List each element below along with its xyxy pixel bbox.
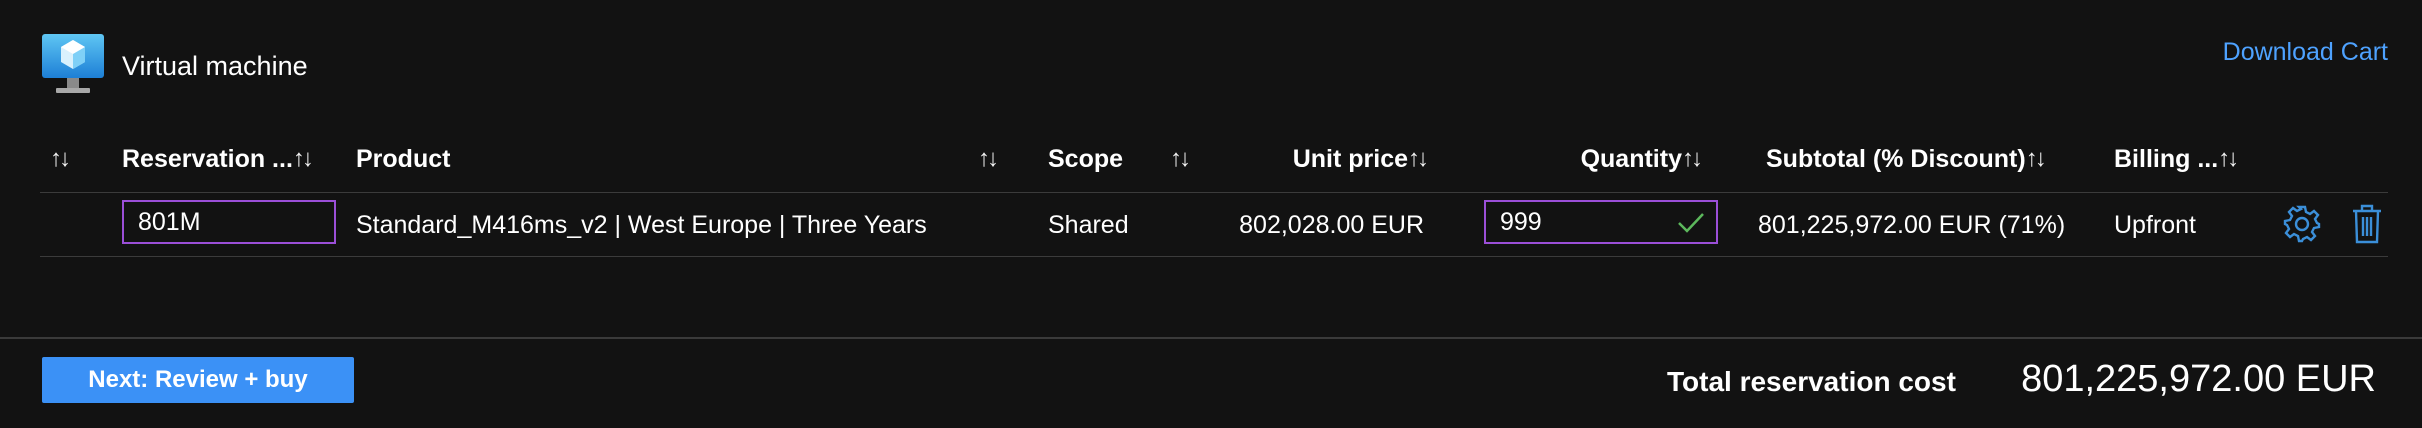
total-cost-value: 801,225,972.00 EUR — [2021, 358, 2376, 400]
section-title: Virtual machine — [122, 51, 308, 81]
row-divider — [40, 256, 2388, 257]
column-header-reservation[interactable]: Reservation ... ↑↓ — [122, 142, 314, 176]
sort-icon[interactable]: ↑↓ — [293, 145, 314, 173]
footer-divider — [0, 337, 2422, 339]
column-header-unit-price[interactable]: Unit price ↑↓ — [1240, 142, 1429, 176]
select-column-sort[interactable]: ↑↓ — [50, 142, 71, 176]
sort-icon[interactable]: ↑↓ — [1408, 145, 1429, 173]
column-header-quantity[interactable]: Quantity ↑↓ — [1500, 142, 1703, 176]
billing-cell: Upfront — [2114, 211, 2196, 239]
trash-icon[interactable] — [2345, 202, 2389, 246]
sort-icon[interactable]: ↑↓ — [2218, 145, 2239, 173]
column-header-billing-label: Billing ... — [2114, 144, 2219, 173]
sort-icon[interactable]: ↑↓ — [978, 145, 999, 173]
product-sort[interactable]: ↑↓ — [978, 142, 999, 176]
column-header-scope-label: Scope — [1048, 144, 1124, 173]
column-header-subtotal[interactable]: Subtotal (% Discount) ↑↓ — [1766, 142, 2047, 176]
sort-icon[interactable]: ↑↓ — [2026, 145, 2047, 173]
subtotal-cell: 801,225,972.00 EUR (71%) — [1758, 211, 2066, 239]
product-cell: Standard_M416ms_v2 | West Europe | Three… — [356, 211, 927, 239]
column-header-quantity-label: Quantity — [1580, 144, 1682, 173]
scope-cell: Shared — [1048, 211, 1129, 239]
column-header-scope[interactable]: Scope — [1048, 142, 1123, 176]
scope-sort[interactable]: ↑↓ — [1170, 142, 1191, 176]
column-header-billing[interactable]: Billing ... ↑↓ — [2114, 142, 2239, 176]
column-header-reservation-label: Reservation ... — [122, 144, 293, 173]
checkmark-icon — [1678, 213, 1704, 233]
sort-icon[interactable]: ↑↓ — [1170, 145, 1191, 173]
download-cart-link[interactable]: Download Cart — [2223, 36, 2388, 68]
column-header-product-label: Product — [356, 144, 451, 173]
gear-icon[interactable] — [2280, 202, 2324, 246]
total-cost-label: Total reservation cost — [1667, 366, 1956, 397]
virtual-machine-icon — [42, 34, 104, 93]
sort-icon[interactable]: ↑↓ — [1682, 145, 1703, 173]
column-header-unit-price-label: Unit price — [1292, 144, 1408, 173]
sort-icon[interactable]: ↑↓ — [50, 145, 71, 173]
column-header-subtotal-label: Subtotal (% Discount) — [1766, 144, 2026, 173]
column-header-product[interactable]: Product — [356, 142, 450, 176]
reservation-name-input[interactable] — [122, 200, 336, 244]
next-review-buy-button[interactable]: Next: Review + buy — [42, 357, 354, 403]
header-divider — [40, 192, 2388, 193]
unit-price-cell: 802,028.00 EUR — [1239, 211, 1424, 239]
